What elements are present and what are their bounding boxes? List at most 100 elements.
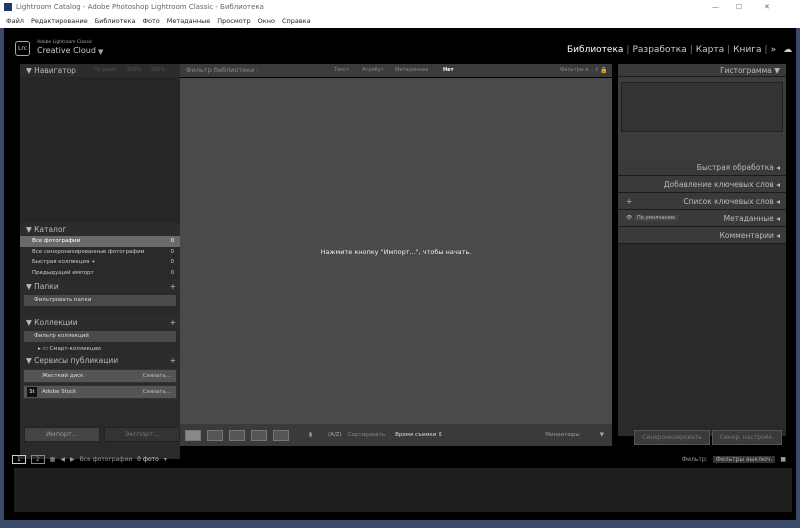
add-publish-icon[interactable]: + <box>170 354 176 367</box>
survey-view-icon[interactable] <box>251 429 267 441</box>
filter-tab-text[interactable]: Текст <box>334 64 349 77</box>
filter-tab-metadata[interactable]: Метаданные <box>395 64 428 77</box>
filter-tab-attribute[interactable]: Атрибут <box>362 64 384 77</box>
menu-help[interactable]: Справка <box>282 14 311 28</box>
empty-message: Нажмите кнопку "Импорт...", чтобы начать… <box>320 248 472 256</box>
publish-label: Adobe Stock <box>42 389 77 395</box>
histogram-header[interactable]: Гистограмма ▼ <box>618 64 786 77</box>
module-map[interactable]: Карта <box>696 45 724 55</box>
publish-service-row[interactable]: Жесткий диск Связать... <box>23 369 177 383</box>
grid-view-icon[interactable] <box>185 429 201 441</box>
people-view-icon[interactable] <box>273 429 289 441</box>
module-book[interactable]: Книга <box>733 45 761 55</box>
sort-direction-icon[interactable]: (A/Z) <box>328 432 342 438</box>
brand-dropdown-icon[interactable]: ▼ <box>98 48 103 56</box>
nav-fit[interactable]: По разм. <box>94 64 117 77</box>
filmstrip-lock-icon[interactable]: ■ <box>780 456 786 463</box>
toolbar-menu-icon[interactable]: ▼ <box>600 432 604 438</box>
catalog-row-label: Все фотографии <box>32 238 81 244</box>
filmstrip[interactable] <box>14 468 792 512</box>
sync-settings-button[interactable]: Синхр. настройк. <box>712 430 782 445</box>
menu-view[interactable]: Просмотр <box>217 14 250 28</box>
nav-100[interactable]: 100% <box>127 64 141 77</box>
left-panel: ▼ Навигатор По разм. 100% 200% ▼ Каталог… <box>20 64 180 459</box>
keyword-list-header[interactable]: + Список ключевых слов ◂ <box>618 193 786 210</box>
thumbnail-size-slider[interactable]: Миниатюры <box>545 432 580 438</box>
add-keyword-icon[interactable]: + <box>624 195 632 208</box>
metadata-preset-label: По умолчанию <box>633 214 679 221</box>
smart-collections[interactable]: ▸ ▭ Смарт-коллекции <box>20 344 180 354</box>
lrc-logo: Lrc <box>15 41 30 56</box>
metadata-header[interactable]: 👁 По умолчанию Метаданные ◂ <box>618 210 786 227</box>
maximize-button[interactable]: ☐ <box>736 0 742 14</box>
menu-edit[interactable]: Редактирование <box>31 14 88 28</box>
loupe-view-icon[interactable] <box>207 429 223 441</box>
filter-preset-select[interactable]: Фильтры в... ⇕ <box>560 64 599 77</box>
painter-icon[interactable]: ▮ <box>309 432 312 438</box>
brand-name[interactable]: Creative Cloud <box>37 46 96 55</box>
menu-photo[interactable]: Фото <box>142 14 159 28</box>
collections-title: Коллекции <box>34 318 78 327</box>
sort-select[interactable]: Время съемки ⇕ <box>395 432 443 438</box>
navigator-title: Навигатор <box>34 66 76 75</box>
nav-200[interactable]: 200% <box>151 64 165 77</box>
grid-icon[interactable]: ▦ <box>50 456 56 463</box>
catalog-row-count: 0 <box>170 238 175 244</box>
comments-header[interactable]: Комментарии ◂ <box>618 227 786 244</box>
close-button[interactable]: ✕ <box>764 0 770 14</box>
menu-metadata[interactable]: Метаданные <box>167 14 211 28</box>
navigator-header[interactable]: ▼ Навигатор По разм. 100% 200% <box>20 64 180 77</box>
menu-window[interactable]: Окно <box>258 14 275 28</box>
add-collection-icon[interactable]: + <box>170 316 176 329</box>
metadata-preset-select[interactable]: 👁 По умолчанию <box>624 212 679 225</box>
app-icon <box>4 3 12 11</box>
collections-header[interactable]: ▼ Коллекции + <box>20 316 180 329</box>
menu-library[interactable]: Библиотека <box>95 14 136 28</box>
module-develop[interactable]: Разработка <box>632 45 686 55</box>
keywording-title: Добавление ключевых слов <box>663 179 774 189</box>
cloud-sync-icon[interactable]: ☁ <box>783 45 792 55</box>
forward-arrow-icon[interactable]: ▶ <box>70 456 75 463</box>
catalog-row[interactable]: Все синхронизированные фотографии 0 <box>20 247 180 258</box>
catalog-row-count: 0 <box>170 248 175 255</box>
quick-develop-header[interactable]: Быстрая обработка ◂ <box>618 159 786 176</box>
publish-service-row[interactable]: St Adobe Stock Связать... <box>23 385 177 399</box>
sync-button[interactable]: Синхронизировать <box>634 430 710 445</box>
catalog-row[interactable]: Все фотографии 0 <box>20 236 180 247</box>
catalog-row-count: 0 <box>170 269 175 276</box>
folders-filter-input[interactable]: Фильтровать папки <box>24 295 176 306</box>
publish-connect[interactable]: Связать... <box>143 386 171 398</box>
lock-icon[interactable]: 🔒 <box>600 64 607 77</box>
catalog-row[interactable]: Предыдущий импорт 0 <box>20 268 180 279</box>
catalog-row-count: 0 <box>170 259 175 265</box>
folders-header[interactable]: ▼ Папки + <box>20 280 180 293</box>
minimize-button[interactable]: — <box>712 0 719 14</box>
import-button[interactable]: Импорт... <box>24 427 100 442</box>
menu-file[interactable]: Файл <box>6 14 24 28</box>
second-screen-button[interactable]: 2 <box>30 454 45 464</box>
publish-header[interactable]: ▼ Сервисы публикации + <box>20 354 180 367</box>
collections-filter-input[interactable]: Фильтр коллекций <box>24 331 176 342</box>
filmstrip-source[interactable]: Все фотографии <box>80 456 133 463</box>
more-modules[interactable]: » <box>771 45 777 55</box>
catalog-row[interactable]: Быстрая коллекция + 0 <box>20 257 180 268</box>
keywording-header[interactable]: Добавление ключевых слов ◂ <box>618 176 786 193</box>
back-arrow-icon[interactable]: ◀ <box>60 456 65 463</box>
folders-title: Папки <box>34 282 59 291</box>
smart-collections-label: Смарт-коллекции <box>49 346 101 352</box>
compare-view-icon[interactable] <box>229 429 245 441</box>
adobe-stock-icon: St <box>27 387 37 397</box>
add-folder-icon[interactable]: + <box>170 280 176 293</box>
keyword-list-title: Список ключевых слов <box>683 196 774 206</box>
module-library[interactable]: Библиотека <box>567 45 623 55</box>
grid-view[interactable]: Нажмите кнопку "Импорт...", чтобы начать… <box>180 78 612 424</box>
filmstrip-filter-select[interactable]: Фильтры выключ. <box>712 455 776 463</box>
photo-count: 0 фото <box>137 455 159 463</box>
catalog-header[interactable]: ▼ Каталог <box>20 223 180 236</box>
right-panel: Гистограмма ▼ Быстрая обработка ◂ Добавл… <box>618 64 786 436</box>
publish-connect[interactable]: Связать... <box>143 370 171 382</box>
main-screen-button[interactable]: 1 <box>12 454 26 464</box>
navigator-preview <box>20 77 180 223</box>
export-button[interactable]: Экспорт... <box>104 427 180 442</box>
filter-tab-none[interactable]: Нет <box>443 64 453 77</box>
